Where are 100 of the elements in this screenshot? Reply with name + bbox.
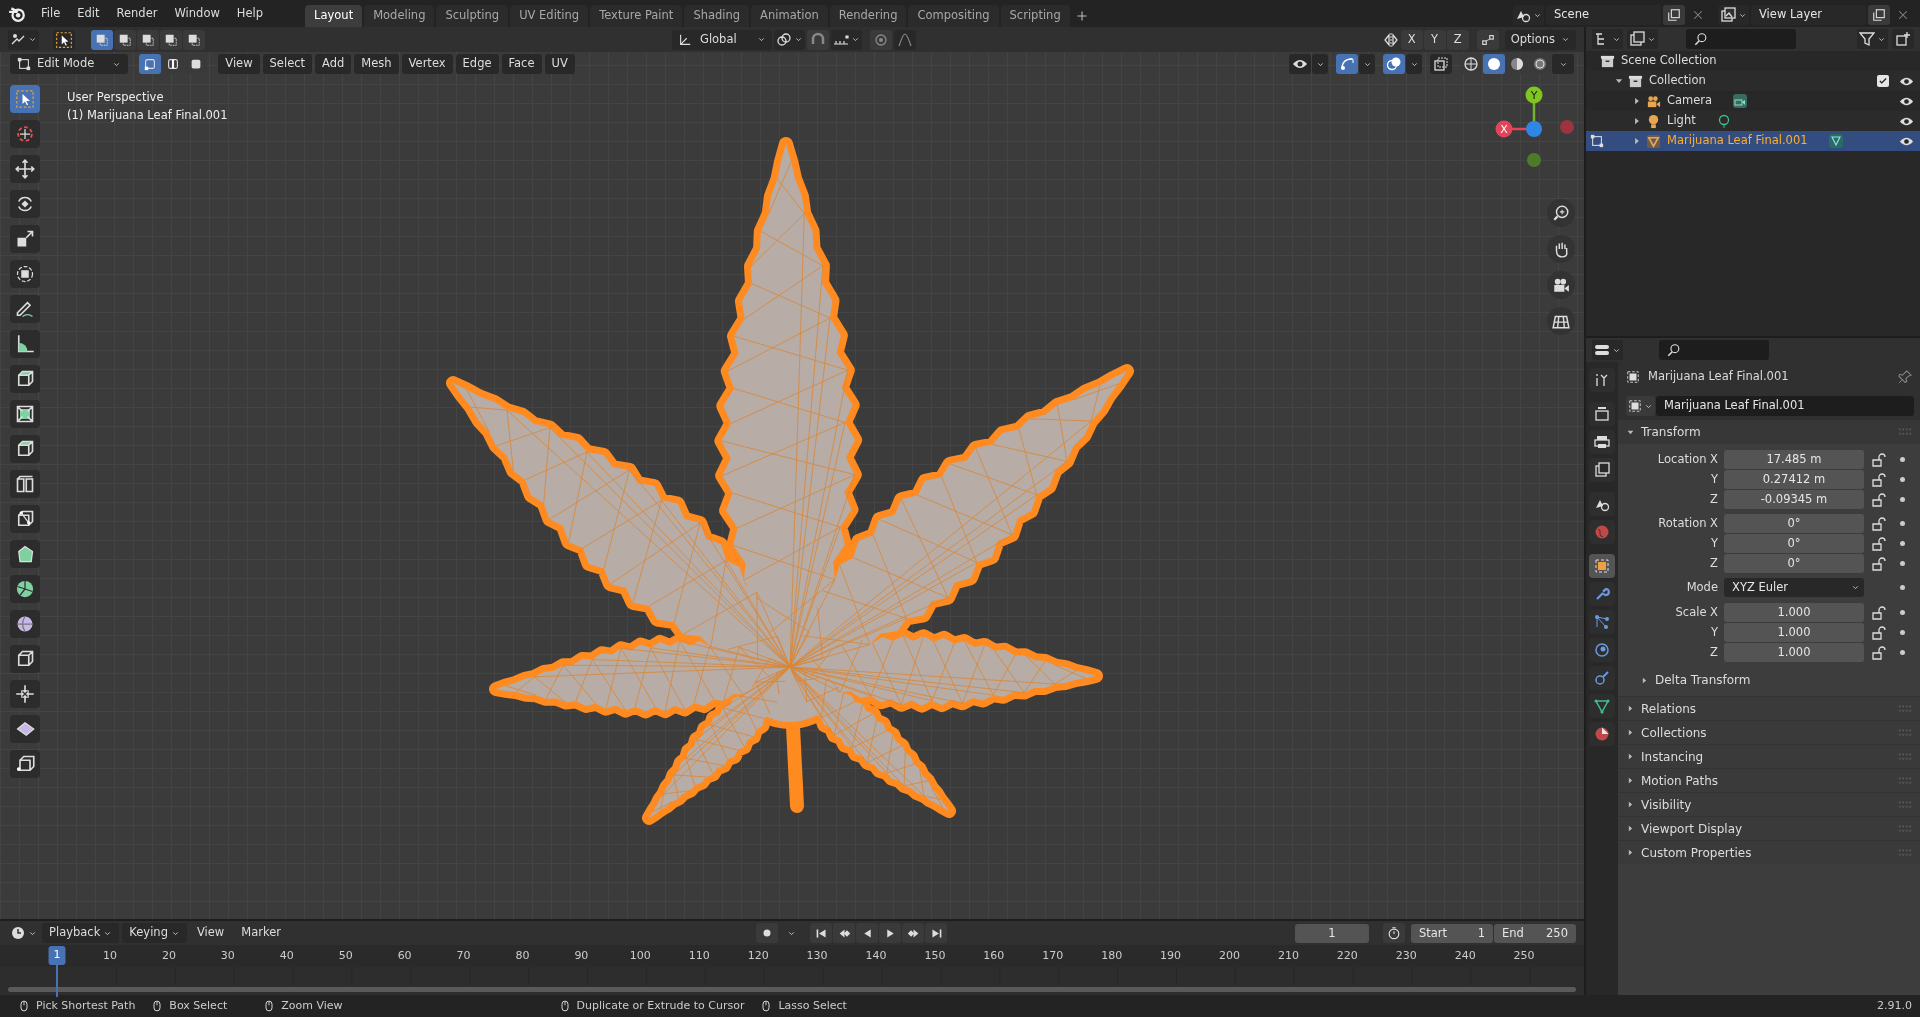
outliner-row[interactable]: Camera xyxy=(1586,91,1920,111)
menu-item[interactable]: Playback xyxy=(42,923,120,943)
panel-title[interactable]: Relations xyxy=(1641,699,1697,718)
object-name-field[interactable]: Marijuana Leaf Final.001 xyxy=(1656,396,1914,416)
number-field[interactable]: 0° xyxy=(1724,554,1864,573)
menu-item[interactable]: Edge xyxy=(455,54,499,74)
workspace-tab[interactable]: Scripting xyxy=(1000,5,1070,27)
menu-item[interactable]: Add xyxy=(315,54,352,74)
workspace-tab[interactable]: Sculpting xyxy=(436,5,509,27)
menu-item[interactable]: View xyxy=(189,923,232,943)
menu-item[interactable]: Window xyxy=(166,0,228,27)
frame-number: 90 xyxy=(574,948,589,964)
frame-number: 210 xyxy=(1277,948,1299,964)
version-label: 2.91.0 xyxy=(1877,997,1912,1014)
field-label: Z xyxy=(1709,643,1718,661)
number-field[interactable]: 0° xyxy=(1724,534,1864,553)
menu-item[interactable]: File xyxy=(33,0,69,27)
orientation-label: Global xyxy=(699,30,737,48)
view-layer-field[interactable]: View Layer xyxy=(1751,5,1866,25)
start-frame-field[interactable]: Start 1 xyxy=(1411,923,1493,943)
workspace-tab[interactable]: Modeling xyxy=(364,5,435,27)
panel-title[interactable]: Instancing xyxy=(1641,747,1704,766)
workspace-tab[interactable]: Texture Paint xyxy=(590,5,683,27)
frame-number: 40 xyxy=(279,948,294,964)
field-label: Scale X xyxy=(1674,603,1718,621)
end-frame-value: 250 xyxy=(1546,924,1568,942)
workspace-tab[interactable]: Rendering xyxy=(829,5,907,27)
axis-toggle[interactable]: X xyxy=(1400,29,1423,50)
end-frame-label: End xyxy=(1502,924,1524,942)
field-label: Y xyxy=(1709,623,1718,641)
object-name: Marijuana Leaf Final.001 xyxy=(1648,368,1789,386)
menu-item[interactable]: Help xyxy=(228,0,272,27)
menu-item[interactable]: Vertex xyxy=(401,54,453,74)
panel-title[interactable]: Viewport Display xyxy=(1641,819,1743,838)
panel-title[interactable]: Collections xyxy=(1641,723,1707,742)
playhead[interactable]: 1 xyxy=(48,946,66,965)
field-label: Location X xyxy=(1656,450,1718,468)
frame-number: 150 xyxy=(924,948,946,964)
menu-item[interactable]: Render xyxy=(108,0,166,27)
axis-toggle[interactable]: Z xyxy=(1446,29,1469,50)
menu-item[interactable]: Select xyxy=(262,54,313,74)
orientation-dropdown[interactable]: Global xyxy=(671,29,772,50)
panel-title[interactable]: Motion Paths xyxy=(1641,771,1719,790)
axis-toggle[interactable]: Y xyxy=(1423,29,1446,50)
frame-number: 60 xyxy=(397,948,412,964)
shortcut-hint: Lasso Select xyxy=(778,997,847,1014)
frame-number: 180 xyxy=(1101,948,1123,964)
number-field[interactable]: -0.09345 m xyxy=(1724,490,1864,509)
frame-number: 100 xyxy=(629,948,651,964)
view-name: User Perspective xyxy=(67,89,164,106)
number-field[interactable]: 1.000 xyxy=(1724,603,1864,622)
shortcut-hint: Duplicate or Extrude to Cursor xyxy=(576,997,745,1014)
menu-item[interactable]: Edit xyxy=(69,0,108,27)
number-field[interactable]: 0° xyxy=(1724,514,1864,533)
workspace-tab[interactable]: Shading xyxy=(684,5,750,27)
rotation-mode-dropdown[interactable]: XYZ Euler xyxy=(1724,578,1864,597)
number-field[interactable]: 17.485 m xyxy=(1724,450,1864,469)
workspace-tab[interactable]: Animation xyxy=(751,5,828,27)
options-dropdown[interactable]: Options xyxy=(1504,29,1576,50)
panel-title[interactable]: Visibility xyxy=(1641,795,1692,814)
number-field[interactable]: 1.000 xyxy=(1724,643,1864,662)
panel-title[interactable]: Transform xyxy=(1641,423,1701,441)
item-label: Scene Collection xyxy=(1621,52,1717,70)
panel-title[interactable]: Custom Properties xyxy=(1641,843,1752,862)
item-label: Collection xyxy=(1649,72,1706,90)
frame-number: 20 xyxy=(161,948,176,964)
menu-item[interactable]: Keying xyxy=(122,923,187,943)
workspace-tab[interactable]: UV Editing xyxy=(510,5,589,27)
frame-number: 120 xyxy=(747,948,769,964)
frame-number: 70 xyxy=(456,948,471,964)
menu-item[interactable]: View xyxy=(218,54,260,74)
frame-number: 250 xyxy=(1513,948,1535,964)
outliner-row[interactable]: Marijuana Leaf Final.001 xyxy=(1586,131,1920,151)
workspace-tab[interactable]: Layout xyxy=(305,5,363,27)
menu-item[interactable]: Face xyxy=(501,54,542,74)
end-frame-field[interactable]: End 250 xyxy=(1494,923,1576,943)
item-label: Camera xyxy=(1667,92,1713,110)
number-field[interactable]: 1.000 xyxy=(1724,623,1864,642)
shortcut-hint: Zoom View xyxy=(281,997,343,1014)
frame-number: 80 xyxy=(515,948,530,964)
current-frame-field[interactable]: 1 xyxy=(1295,923,1369,943)
subpanel-title[interactable]: Delta Transform xyxy=(1655,671,1751,689)
shortcut-hint: Box Select xyxy=(169,997,228,1014)
menu-item[interactable]: Mesh xyxy=(354,54,399,74)
field-label: Rotation X xyxy=(1657,514,1718,532)
number-field[interactable]: 0.27412 m xyxy=(1724,470,1864,489)
frame-number: 160 xyxy=(983,948,1005,964)
menu-item[interactable]: Marker xyxy=(234,923,288,943)
outliner-row[interactable]: Scene Collection xyxy=(1586,51,1920,71)
start-frame-value: 1 xyxy=(1477,924,1485,942)
axis-label: X xyxy=(1500,123,1508,136)
menu-item[interactable]: UV xyxy=(544,54,575,74)
frame-number: 110 xyxy=(688,948,710,964)
frame-number: 50 xyxy=(338,948,353,964)
frame-number: 140 xyxy=(865,948,887,964)
field-label: Z xyxy=(1709,490,1718,508)
frame-number: 130 xyxy=(806,948,828,964)
mode-dropdown[interactable]: Edit Mode xyxy=(10,54,129,74)
workspace-tab[interactable]: Compositing xyxy=(908,5,999,27)
scene-field[interactable]: Scene xyxy=(1546,5,1661,25)
